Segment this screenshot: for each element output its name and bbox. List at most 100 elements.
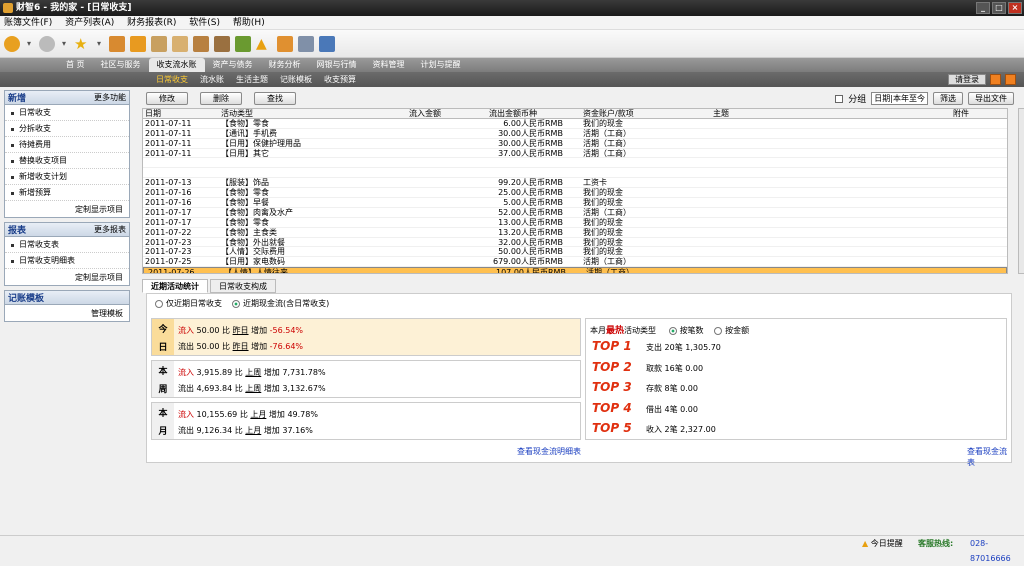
sidebar-item-replace[interactable]: 替换收支项目 (5, 153, 129, 169)
pen-icon[interactable] (235, 35, 251, 52)
table-row[interactable]: 2011-07-23 【人情】交际费用 50.00 人民币RMB 我们的现金 (143, 247, 1007, 258)
subtab-budget[interactable]: 收支预算 (318, 72, 362, 87)
tab-composition[interactable]: 日常收支构成 (210, 279, 276, 293)
table-row[interactable] (143, 158, 1007, 169)
sidebar-item-split[interactable]: 分拆收支 (5, 121, 129, 137)
prev-day-link[interactable]: 昨日 (233, 326, 249, 335)
more-reports-button[interactable]: 更多报表 (94, 224, 126, 235)
maximize-button[interactable]: □ (992, 2, 1006, 14)
reminder-link[interactable]: ▲ 今日提醒 (862, 536, 903, 551)
window-icon[interactable] (319, 35, 335, 52)
table-row[interactable]: 2011-07-16 【食物】零食 25.00 人民币RMB 我们的现金 (143, 188, 1007, 199)
table-row[interactable]: 2011-07-11 【通讯】手机费 30.00 人民币RMB 活期（工商） (143, 129, 1007, 139)
tab-recent-stats[interactable]: 近期活动统计 (142, 279, 208, 293)
col-outflow[interactable]: 流出金额 (441, 109, 521, 118)
dropdown-icon[interactable]: ▾ (95, 36, 103, 52)
col-type[interactable]: 活动类型 (221, 109, 361, 118)
warning-icon[interactable]: ▲ (256, 36, 272, 52)
table-row[interactable]: 2011-07-26 【人情】人情往来 107.00 人民币RMB 活期（工商） (143, 267, 1007, 273)
table-row[interactable]: 2011-07-11 【日用】保健护理用品 30.00 人民币RMB 活期（工商） (143, 139, 1007, 149)
col-theme[interactable]: 主题 (713, 109, 953, 118)
tab-data[interactable]: 资料管理 (365, 58, 413, 72)
menu-file[interactable]: 账簿文件(F) (4, 18, 52, 28)
sidebar-item-daily[interactable]: 日常收支 (5, 105, 129, 121)
radio-by-amount[interactable]: 按金额 (714, 326, 749, 335)
cashflow-detail-link[interactable]: 查看现金流明细表 (517, 446, 581, 457)
prev-day-link[interactable]: 昨日 (233, 342, 249, 351)
manage-templates-link[interactable]: 管理模板 (5, 305, 129, 321)
menu-assets[interactable]: 资产列表(A) (65, 18, 114, 28)
menu-reports[interactable]: 财务报表(R) (127, 18, 176, 28)
print-icon[interactable] (298, 35, 314, 52)
dropdown-icon[interactable]: ▾ (25, 36, 33, 52)
radio-cashflow[interactable]: 近期现金流(含日常收支) (232, 298, 329, 309)
group-checkbox[interactable] (835, 94, 844, 103)
menu-help[interactable]: 帮助(H) (233, 18, 265, 28)
prev-week-link[interactable]: 上周 (245, 368, 261, 377)
cashflow-table-link[interactable]: 查看现金流表 (967, 446, 1011, 468)
customize-link[interactable]: 定制显示项目 (5, 201, 129, 217)
menu-software[interactable]: 软件(S) (189, 18, 220, 28)
tab-analysis[interactable]: 财务分析 (261, 58, 309, 72)
grid-scrollbar[interactable] (1018, 108, 1024, 274)
tab-banking[interactable]: 网银与行情 (309, 58, 365, 72)
book-icon[interactable] (109, 35, 125, 52)
customize-link[interactable]: 定制显示项目 (5, 269, 129, 285)
table-row[interactable]: 2011-07-11 【日用】其它 37.00 人民币RMB 活期（工商） (143, 149, 1007, 159)
table-row[interactable]: 2011-07-17 【食物】零食 13.00 人民币RMB 我们的现金 (143, 218, 1007, 228)
subtab-themes[interactable]: 生活主题 (230, 72, 274, 87)
subtab-daily[interactable]: 日常收支 (150, 72, 194, 87)
sidebar-item-detail-report[interactable]: 日常收支明细表 (5, 253, 129, 269)
tab-plans[interactable]: 计划与提醒 (413, 58, 469, 72)
subtab-templates[interactable]: 记账模板 (274, 72, 318, 87)
filter-button[interactable]: 筛选 (933, 92, 963, 105)
col-date[interactable]: 日期 (143, 109, 221, 118)
favorites-icon[interactable]: ★ (74, 36, 90, 52)
note-icon[interactable] (151, 35, 167, 52)
sidebar-item-plan[interactable]: 新增收支计划 (5, 169, 129, 185)
col-account[interactable]: 资金账户/款项 (583, 109, 713, 118)
col-attachment[interactable]: 附件 (953, 109, 983, 118)
table-row[interactable]: 2011-07-17 【食物】肉禽及水产 52.00 人民币RMB 活期（工商） (143, 208, 1007, 218)
settings-icon[interactable] (1005, 74, 1016, 85)
radio-daily-only[interactable]: 仅近期日常收支 (155, 298, 222, 309)
tab-community[interactable]: 社区与服务 (93, 58, 149, 72)
calculator-icon[interactable] (214, 35, 230, 52)
sidebar-item-deferred[interactable]: 待摊费用 (5, 137, 129, 153)
tab-assets[interactable]: 资产与债务 (205, 58, 261, 72)
export-button[interactable]: 导出文件 (968, 92, 1014, 105)
document-icon[interactable] (172, 35, 188, 52)
sidebar-item-daily-report[interactable]: 日常收支表 (5, 237, 129, 253)
dropdown-icon[interactable]: ▾ (60, 36, 68, 52)
table-row[interactable]: 2011-07-23 【食物】外出就餐 32.00 人民币RMB 我们的现金 (143, 238, 1007, 248)
table-row[interactable]: 2011-07-11 【食物】零食 6.00 人民币RMB 我们的现金 (143, 119, 1007, 129)
back-icon[interactable] (4, 35, 20, 52)
more-functions-button[interactable]: 更多功能 (94, 92, 126, 103)
table-row[interactable]: 2011-07-16 【食物】早餐 5.00 人民币RMB 我们的现金 (143, 198, 1007, 208)
edit-button[interactable]: 修改 (146, 91, 188, 105)
prev-week-link[interactable]: 上周 (245, 384, 261, 393)
col-currency[interactable]: 币种 (521, 109, 583, 118)
folder-icon[interactable] (130, 35, 146, 52)
find-button[interactable]: 查找 (254, 91, 296, 105)
col-inflow[interactable]: 流入金额 (361, 109, 441, 118)
forward-icon[interactable] (39, 35, 55, 52)
delete-button[interactable]: 删除 (200, 91, 242, 105)
subtab-journal[interactable]: 流水账 (194, 72, 230, 87)
login-button[interactable]: 请登录 (948, 74, 986, 85)
table-row[interactable] (143, 168, 1007, 179)
ledger-icon[interactable] (193, 35, 209, 52)
minimize-button[interactable]: _ (976, 2, 990, 14)
table-row[interactable]: 2011-07-22 【食物】主食类 13.20 人民币RMB 我们的现金 (143, 228, 1007, 238)
tab-home[interactable]: 首 页 (58, 58, 93, 72)
prev-month-link[interactable]: 上月 (245, 426, 261, 435)
tab-ledger[interactable]: 收支流水账 (148, 58, 205, 72)
table-row[interactable]: 2011-07-13 【服装】饰品 99.20 人民币RMB 工资卡 (143, 178, 1007, 189)
close-button[interactable]: × (1008, 2, 1022, 14)
help-icon[interactable] (990, 74, 1001, 85)
table-row[interactable]: 2011-07-25 【日用】家电数码 679.00 人民币RMB 活期（工商） (143, 257, 1007, 268)
sidebar-item-budget[interactable]: 新增预算 (5, 185, 129, 201)
radio-by-count[interactable]: 按笔数 (668, 326, 704, 335)
prev-month-link[interactable]: 上月 (250, 410, 266, 419)
upload-icon[interactable] (277, 35, 293, 52)
